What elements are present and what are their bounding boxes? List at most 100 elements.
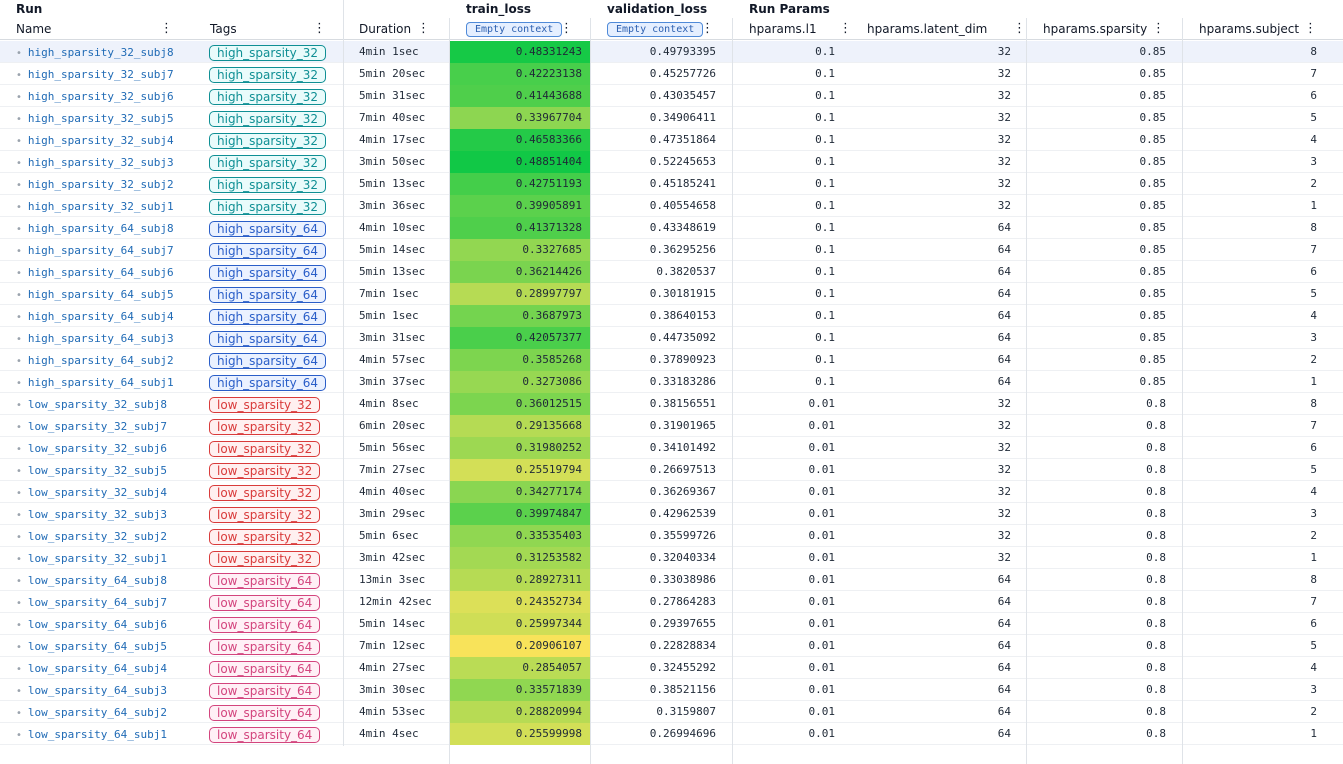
- run-name-link[interactable]: low_sparsity_64_subj2: [28, 706, 167, 719]
- tag-badge[interactable]: low_sparsity_32: [209, 440, 321, 457]
- run-name-cell[interactable]: • low_sparsity_64_subj6: [16, 613, 206, 635]
- run-name-cell[interactable]: • low_sparsity_64_subj5: [16, 635, 206, 657]
- tag-badge[interactable]: low_sparsity_64: [209, 594, 321, 611]
- column-header-l1[interactable]: hparams.l1: [749, 18, 829, 40]
- run-name-link[interactable]: low_sparsity_64_subj4: [28, 662, 167, 675]
- column-header-name[interactable]: Name: [16, 18, 136, 40]
- run-name-link[interactable]: high_sparsity_64_subj6: [28, 266, 174, 279]
- table-row[interactable]: • low_sparsity_64_subj3 low_sparsity_64 3…: [0, 679, 1343, 701]
- run-name-cell[interactable]: • high_sparsity_64_subj2: [16, 349, 206, 371]
- run-name-link[interactable]: high_sparsity_64_subj8: [28, 222, 174, 235]
- column-menu-icon[interactable]: ⋮: [560, 18, 573, 40]
- tag-badge[interactable]: high_sparsity_32: [209, 110, 326, 127]
- run-name-link[interactable]: low_sparsity_64_subj6: [28, 618, 167, 631]
- run-name-link[interactable]: low_sparsity_32_subj5: [28, 464, 167, 477]
- run-name-cell[interactable]: • low_sparsity_32_subj8: [16, 393, 206, 415]
- table-row[interactable]: • low_sparsity_32_subj2 low_sparsity_32 5…: [0, 525, 1343, 547]
- run-name-link[interactable]: high_sparsity_64_subj2: [28, 354, 174, 367]
- tag-badge[interactable]: high_sparsity_64: [209, 308, 326, 325]
- run-name-cell[interactable]: • low_sparsity_64_subj8: [16, 569, 206, 591]
- run-name-cell[interactable]: • high_sparsity_32_subj7: [16, 63, 206, 85]
- run-name-link[interactable]: high_sparsity_32_subj7: [28, 68, 174, 81]
- column-header-sparsity[interactable]: hparams.sparsity: [1043, 18, 1153, 40]
- table-row[interactable]: • high_sparsity_32_subj6 high_sparsity_32…: [0, 85, 1343, 107]
- run-name-cell[interactable]: • low_sparsity_32_subj2: [16, 525, 206, 547]
- column-header-tags[interactable]: Tags: [210, 18, 290, 40]
- run-name-link[interactable]: high_sparsity_64_subj1: [28, 376, 174, 389]
- run-name-cell[interactable]: • low_sparsity_64_subj4: [16, 657, 206, 679]
- run-name-link[interactable]: high_sparsity_64_subj4: [28, 310, 174, 323]
- run-name-link[interactable]: low_sparsity_32_subj2: [28, 530, 167, 543]
- tag-badge[interactable]: low_sparsity_32: [209, 484, 321, 501]
- tag-badge[interactable]: low_sparsity_64: [209, 638, 321, 655]
- table-row[interactable]: • high_sparsity_32_subj7 high_sparsity_32…: [0, 63, 1343, 85]
- run-name-link[interactable]: high_sparsity_64_subj3: [28, 332, 174, 345]
- run-name-cell[interactable]: • high_sparsity_32_subj8: [16, 41, 206, 63]
- run-name-cell[interactable]: • high_sparsity_32_subj2: [16, 173, 206, 195]
- run-name-cell[interactable]: • low_sparsity_32_subj7: [16, 415, 206, 437]
- tag-badge[interactable]: low_sparsity_32: [209, 396, 321, 413]
- run-name-cell[interactable]: • high_sparsity_32_subj6: [16, 85, 206, 107]
- table-row[interactable]: • high_sparsity_64_subj6 high_sparsity_64…: [0, 261, 1343, 283]
- table-row[interactable]: • low_sparsity_64_subj1 low_sparsity_64 4…: [0, 723, 1343, 745]
- table-row[interactable]: • low_sparsity_32_subj5 low_sparsity_32 7…: [0, 459, 1343, 481]
- table-row[interactable]: • high_sparsity_64_subj4 high_sparsity_64…: [0, 305, 1343, 327]
- table-row[interactable]: • low_sparsity_64_subj6 low_sparsity_64 5…: [0, 613, 1343, 635]
- run-name-link[interactable]: low_sparsity_64_subj7: [28, 596, 167, 609]
- run-name-link[interactable]: low_sparsity_64_subj5: [28, 640, 167, 653]
- table-row[interactable]: • low_sparsity_32_subj3 low_sparsity_32 3…: [0, 503, 1343, 525]
- column-menu-icon[interactable]: ⋮: [1152, 18, 1165, 40]
- run-name-cell[interactable]: • high_sparsity_32_subj3: [16, 151, 206, 173]
- table-row[interactable]: • high_sparsity_64_subj2 high_sparsity_64…: [0, 349, 1343, 371]
- run-name-cell[interactable]: • high_sparsity_32_subj4: [16, 129, 206, 151]
- column-header-latent-dim[interactable]: hparams.latent_dim: [867, 18, 1007, 40]
- table-row[interactable]: • high_sparsity_32_subj1 high_sparsity_32…: [0, 195, 1343, 217]
- tag-badge[interactable]: high_sparsity_32: [209, 154, 326, 171]
- run-name-link[interactable]: low_sparsity_32_subj3: [28, 508, 167, 521]
- run-name-link[interactable]: low_sparsity_32_subj1: [28, 552, 167, 565]
- column-menu-icon[interactable]: ⋮: [839, 18, 852, 40]
- table-row[interactable]: • low_sparsity_64_subj4 low_sparsity_64 4…: [0, 657, 1343, 679]
- train-loss-context-pill[interactable]: Empty context: [466, 22, 563, 37]
- table-row[interactable]: • high_sparsity_32_subj3 high_sparsity_32…: [0, 151, 1343, 173]
- run-name-cell[interactable]: • low_sparsity_32_subj4: [16, 481, 206, 503]
- tag-badge[interactable]: high_sparsity_32: [209, 66, 326, 83]
- run-name-cell[interactable]: • low_sparsity_64_subj7: [16, 591, 206, 613]
- table-row[interactable]: • high_sparsity_32_subj8 high_sparsity_32…: [0, 41, 1343, 63]
- tag-badge[interactable]: low_sparsity_32: [209, 418, 321, 435]
- table-row[interactable]: • low_sparsity_32_subj1 low_sparsity_32 3…: [0, 547, 1343, 569]
- run-name-cell[interactable]: • high_sparsity_64_subj6: [16, 261, 206, 283]
- run-name-cell[interactable]: • low_sparsity_64_subj1: [16, 723, 206, 745]
- tag-badge[interactable]: high_sparsity_64: [209, 374, 326, 391]
- table-row[interactable]: • high_sparsity_32_subj5 high_sparsity_32…: [0, 107, 1343, 129]
- tag-badge[interactable]: high_sparsity_64: [209, 286, 326, 303]
- run-name-cell[interactable]: • high_sparsity_64_subj5: [16, 283, 206, 305]
- run-name-link[interactable]: low_sparsity_64_subj8: [28, 574, 167, 587]
- table-row[interactable]: • low_sparsity_64_subj5 low_sparsity_64 7…: [0, 635, 1343, 657]
- tag-badge[interactable]: high_sparsity_32: [209, 88, 326, 105]
- run-name-link[interactable]: low_sparsity_32_subj8: [28, 398, 167, 411]
- run-name-cell[interactable]: • low_sparsity_32_subj3: [16, 503, 206, 525]
- tag-badge[interactable]: high_sparsity_64: [209, 242, 326, 259]
- run-name-link[interactable]: low_sparsity_32_subj4: [28, 486, 167, 499]
- run-name-link[interactable]: high_sparsity_32_subj3: [28, 156, 174, 169]
- table-row[interactable]: • high_sparsity_64_subj3 high_sparsity_64…: [0, 327, 1343, 349]
- run-name-cell[interactable]: • high_sparsity_64_subj4: [16, 305, 206, 327]
- tag-badge[interactable]: high_sparsity_64: [209, 264, 326, 281]
- column-header-subject[interactable]: hparams.subject: [1199, 18, 1309, 40]
- validation-loss-context-pill[interactable]: Empty context: [607, 22, 704, 37]
- table-row[interactable]: • low_sparsity_32_subj6 low_sparsity_32 5…: [0, 437, 1343, 459]
- column-menu-icon[interactable]: ⋮: [1304, 18, 1317, 40]
- table-row[interactable]: • low_sparsity_64_subj7 low_sparsity_64 1…: [0, 591, 1343, 613]
- run-name-link[interactable]: low_sparsity_64_subj3: [28, 684, 167, 697]
- run-name-cell[interactable]: • high_sparsity_64_subj3: [16, 327, 206, 349]
- run-name-cell[interactable]: • low_sparsity_64_subj2: [16, 701, 206, 723]
- tag-badge[interactable]: low_sparsity_64: [209, 616, 321, 633]
- column-menu-icon[interactable]: ⋮: [160, 18, 173, 40]
- run-name-cell[interactable]: • low_sparsity_64_subj3: [16, 679, 206, 701]
- run-name-link[interactable]: high_sparsity_32_subj8: [28, 46, 174, 59]
- run-name-cell[interactable]: • high_sparsity_64_subj7: [16, 239, 206, 261]
- run-name-link[interactable]: low_sparsity_32_subj7: [28, 420, 167, 433]
- tag-badge[interactable]: high_sparsity_64: [209, 220, 326, 237]
- tag-badge[interactable]: high_sparsity_64: [209, 352, 326, 369]
